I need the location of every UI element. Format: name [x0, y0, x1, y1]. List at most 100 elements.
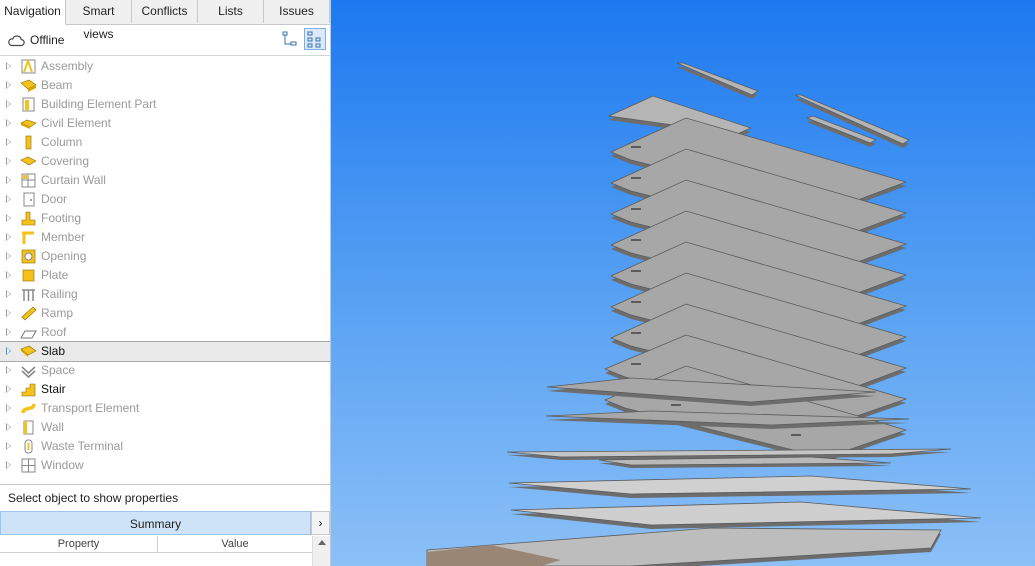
ramp-icon — [21, 306, 37, 321]
door-icon — [23, 192, 35, 207]
expand-arrow-icon[interactable] — [6, 290, 11, 298]
tree-item-covering[interactable]: Covering — [0, 152, 330, 171]
slab-opening — [631, 239, 641, 241]
window-icon — [21, 458, 36, 473]
tree-item-footing[interactable]: Footing — [0, 209, 330, 228]
properties-scrollbar[interactable] — [312, 536, 330, 566]
tree-item-label: Wall — [41, 420, 64, 434]
expand-arrow-icon[interactable] — [6, 195, 11, 203]
building-element-part-icon — [22, 97, 35, 112]
expand-arrow-icon[interactable] — [6, 138, 11, 146]
tree-item-opening[interactable]: Opening — [0, 247, 330, 266]
expand-arrow-icon[interactable] — [6, 81, 11, 89]
exploded-building-model[interactable] — [331, 0, 1035, 566]
panel-tabs: Navigation Smart views Conflicts Lists Issue… — [0, 0, 330, 41]
slab-opening — [631, 146, 641, 148]
expand-button[interactable]: › — [311, 511, 330, 535]
waste-terminal-icon — [24, 439, 33, 454]
tree-item-plate[interactable]: Plate — [0, 266, 330, 285]
expand-arrow-icon[interactable] — [6, 214, 11, 222]
tree-item-window[interactable]: Window — [0, 456, 330, 475]
tab-conflicts[interactable]: Conflicts — [132, 0, 198, 23]
expand-arrow-icon[interactable] — [6, 271, 11, 279]
tree-item-assembly[interactable]: Assembly — [0, 57, 330, 76]
tree-item-label: Door — [41, 192, 68, 206]
properties-hint-text: Select object to show properties — [8, 491, 179, 505]
tab-lists[interactable]: Lists — [198, 0, 264, 23]
expand-arrow-icon[interactable] — [6, 119, 11, 127]
tree-item-label: Member — [41, 230, 86, 244]
slab-opening — [671, 404, 681, 406]
tree-item-column[interactable]: Column — [0, 133, 330, 152]
expand-arrow-icon[interactable] — [6, 461, 11, 469]
tree-item-door[interactable]: Door — [0, 190, 330, 209]
beam-icon — [20, 79, 37, 92]
railing-icon — [22, 289, 35, 301]
tree-item-curtain-wall[interactable]: Curtain Wall — [0, 171, 330, 190]
expand-arrow-icon[interactable] — [6, 328, 11, 336]
tab-smart-views[interactable]: Smart views — [66, 0, 132, 41]
navigation-panel: Navigation Smart views Conflicts Lists Issue… — [0, 0, 331, 566]
expand-arrow-icon[interactable] — [6, 176, 11, 184]
expand-arrow-icon[interactable] — [6, 404, 11, 412]
expand-arrow-icon[interactable] — [6, 347, 11, 355]
expand-arrow-icon[interactable] — [6, 157, 11, 165]
footing-icon — [21, 211, 36, 226]
tree-item-transport-element[interactable]: Transport Element — [0, 399, 330, 418]
tree-item-waste-terminal[interactable]: Waste Terminal — [0, 437, 330, 456]
space-icon — [21, 366, 36, 379]
level-slab-6[interactable] — [510, 501, 982, 529]
expand-arrow-icon[interactable] — [6, 100, 11, 108]
tree-item-member[interactable]: Member — [0, 228, 330, 247]
curtain-wall-icon — [21, 173, 36, 188]
tree-item-label: Curtain Wall — [41, 173, 106, 187]
scroll-up-arrow-icon[interactable] — [318, 540, 326, 545]
tree-view-icon — [282, 31, 297, 46]
tree-item-wall[interactable]: Wall — [0, 418, 330, 437]
roof-icon — [20, 330, 37, 339]
tree-item-beam[interactable]: Beam — [0, 76, 330, 95]
tree-item-space[interactable]: Space — [0, 361, 330, 380]
tab-issues[interactable]: Issues — [264, 0, 330, 23]
value-column-header[interactable]: Value — [158, 536, 312, 553]
expand-arrow-icon[interactable] — [6, 423, 11, 431]
wall-icon — [23, 420, 34, 435]
slab-opening — [791, 434, 801, 436]
expand-arrow-icon[interactable] — [6, 309, 11, 317]
summary-tab[interactable]: Summary — [0, 511, 311, 535]
civil-element-icon — [20, 119, 37, 129]
tree-item-railing[interactable]: Railing — [0, 285, 330, 304]
3d-viewport[interactable] — [331, 0, 1035, 566]
tree-item-label: Opening — [41, 249, 87, 263]
expand-arrow-icon[interactable] — [6, 442, 11, 450]
expand-arrow-icon[interactable] — [6, 385, 11, 393]
level-slab-5[interactable] — [508, 475, 972, 498]
expand-arrow-icon[interactable] — [6, 252, 11, 260]
tree-item-stair[interactable]: Stair — [0, 380, 330, 399]
tree-item-roof[interactable]: Roof — [0, 323, 330, 342]
expand-arrow-icon[interactable] — [6, 366, 11, 374]
tree-item-label: Space — [41, 363, 76, 377]
cloud-icon — [8, 35, 25, 47]
tree-item-civil-element[interactable]: Civil Element — [0, 114, 330, 133]
tree-item-slab[interactable]: Slab — [0, 341, 330, 362]
plate-icon — [22, 269, 35, 282]
property-column-header[interactable]: Property — [0, 536, 158, 553]
covering-icon — [20, 156, 37, 166]
tree-view-button[interactable] — [279, 28, 301, 50]
properties-hint: Select object to show properties — [0, 484, 330, 511]
properties-table: Property Value — [0, 536, 312, 566]
expand-arrow-icon[interactable] — [6, 62, 11, 70]
roof-strip[interactable] — [676, 62, 759, 99]
tree-item-label: Civil Element — [41, 116, 112, 130]
slab-opening — [631, 363, 641, 365]
roof-rail-b[interactable] — [805, 115, 877, 147]
expand-arrow-icon[interactable] — [6, 233, 11, 241]
tab-navigation[interactable]: Navigation — [0, 0, 66, 25]
grid-view-button[interactable] — [304, 28, 326, 50]
tree-item-building-element-part[interactable]: Building Element Part — [0, 95, 330, 114]
tree-item-label: Waste Terminal — [41, 439, 124, 453]
tree-item-ramp[interactable]: Ramp — [0, 304, 330, 323]
tree-item-label: Covering — [41, 154, 90, 168]
tree-item-label: Transport Element — [41, 401, 140, 415]
